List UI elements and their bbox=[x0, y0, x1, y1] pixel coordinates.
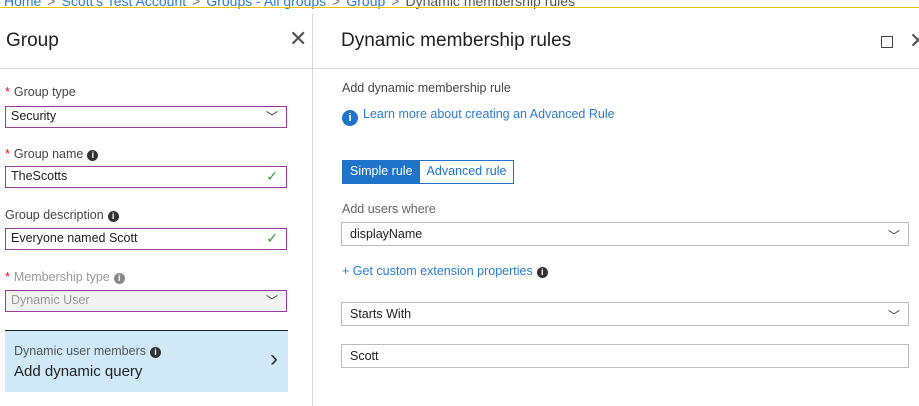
dynamic-user-members-label: Dynamic user members i bbox=[14, 344, 161, 358]
dynamic-user-members-card[interactable]: Dynamic user members i Add dynamic query … bbox=[5, 330, 288, 392]
info-icon[interactable]: i bbox=[107, 211, 119, 222]
membership-type-select[interactable]: Dynamic User ﹀ bbox=[5, 290, 287, 312]
group-blade-title: Group bbox=[6, 30, 59, 51]
group-name-label: * Group name i bbox=[5, 147, 99, 161]
group-blade: Group ✕ * Group type Security ﹀ * Group na… bbox=[0, 14, 312, 406]
chevron-down-icon: ﹀ bbox=[887, 309, 900, 323]
close-icon[interactable]: ✕ bbox=[289, 28, 307, 50]
add-dynamic-query-label: Add dynamic query bbox=[14, 363, 143, 380]
learn-more-link[interactable]: Learn more about creating an Advanced Ru… bbox=[363, 107, 615, 121]
dynamic-membership-title: Dynamic membership rules bbox=[341, 30, 572, 51]
add-dynamic-rule-heading: Add dynamic membership rule bbox=[342, 81, 511, 95]
group-type-select[interactable]: Security ﹀ bbox=[5, 106, 287, 128]
top-accent-line bbox=[0, 7, 919, 8]
blade-header-divider bbox=[313, 68, 919, 69]
maximize-icon[interactable] bbox=[881, 36, 893, 48]
group-description-label: Group description i bbox=[5, 208, 119, 222]
blade-header-divider bbox=[0, 68, 312, 69]
dynamic-membership-blade: Dynamic membership rules ✕ Add dynamic m… bbox=[313, 14, 919, 406]
chevron-down-icon: ﹀ bbox=[265, 110, 278, 124]
checkmark-icon: ✓ bbox=[266, 230, 278, 246]
group-name-input[interactable]: TheScotts ✓ bbox=[5, 166, 287, 188]
info-icon: i bbox=[342, 110, 358, 126]
required-star: * bbox=[5, 270, 10, 284]
add-users-where-label: Add users where bbox=[342, 202, 436, 216]
tab-advanced-rule[interactable]: Advanced rule bbox=[419, 161, 514, 183]
required-star: * bbox=[5, 85, 10, 99]
tab-simple-rule[interactable]: Simple rule bbox=[343, 161, 420, 183]
custom-extension-row: + Get custom extension properties i bbox=[342, 264, 548, 278]
info-icon[interactable]: i bbox=[536, 267, 548, 278]
chevron-down-icon: ﹀ bbox=[265, 294, 278, 308]
info-icon[interactable]: i bbox=[87, 150, 99, 161]
rule-type-toggle: Simple rule Advanced rule bbox=[342, 160, 515, 184]
value-input[interactable]: Scott bbox=[341, 344, 909, 368]
group-type-label: * Group type bbox=[5, 85, 76, 99]
membership-type-label: * Membership type i bbox=[5, 270, 125, 284]
property-select[interactable]: displayName ﹀ bbox=[341, 222, 909, 246]
operator-select[interactable]: Starts With ﹀ bbox=[341, 302, 909, 326]
get-custom-extension-link[interactable]: + Get custom extension properties bbox=[342, 264, 533, 278]
info-icon[interactable]: i bbox=[149, 347, 161, 358]
checkmark-icon: ✓ bbox=[266, 168, 278, 184]
chevron-right-icon: › bbox=[270, 345, 278, 372]
learn-more-row: i Learn more about creating an Advanced R… bbox=[342, 107, 615, 126]
info-icon[interactable]: i bbox=[113, 273, 125, 284]
required-star: * bbox=[5, 147, 10, 161]
group-description-input[interactable]: Everyone named Scott ✓ bbox=[5, 228, 287, 250]
close-icon[interactable]: ✕ bbox=[909, 28, 919, 54]
chevron-down-icon: ﹀ bbox=[887, 229, 900, 243]
